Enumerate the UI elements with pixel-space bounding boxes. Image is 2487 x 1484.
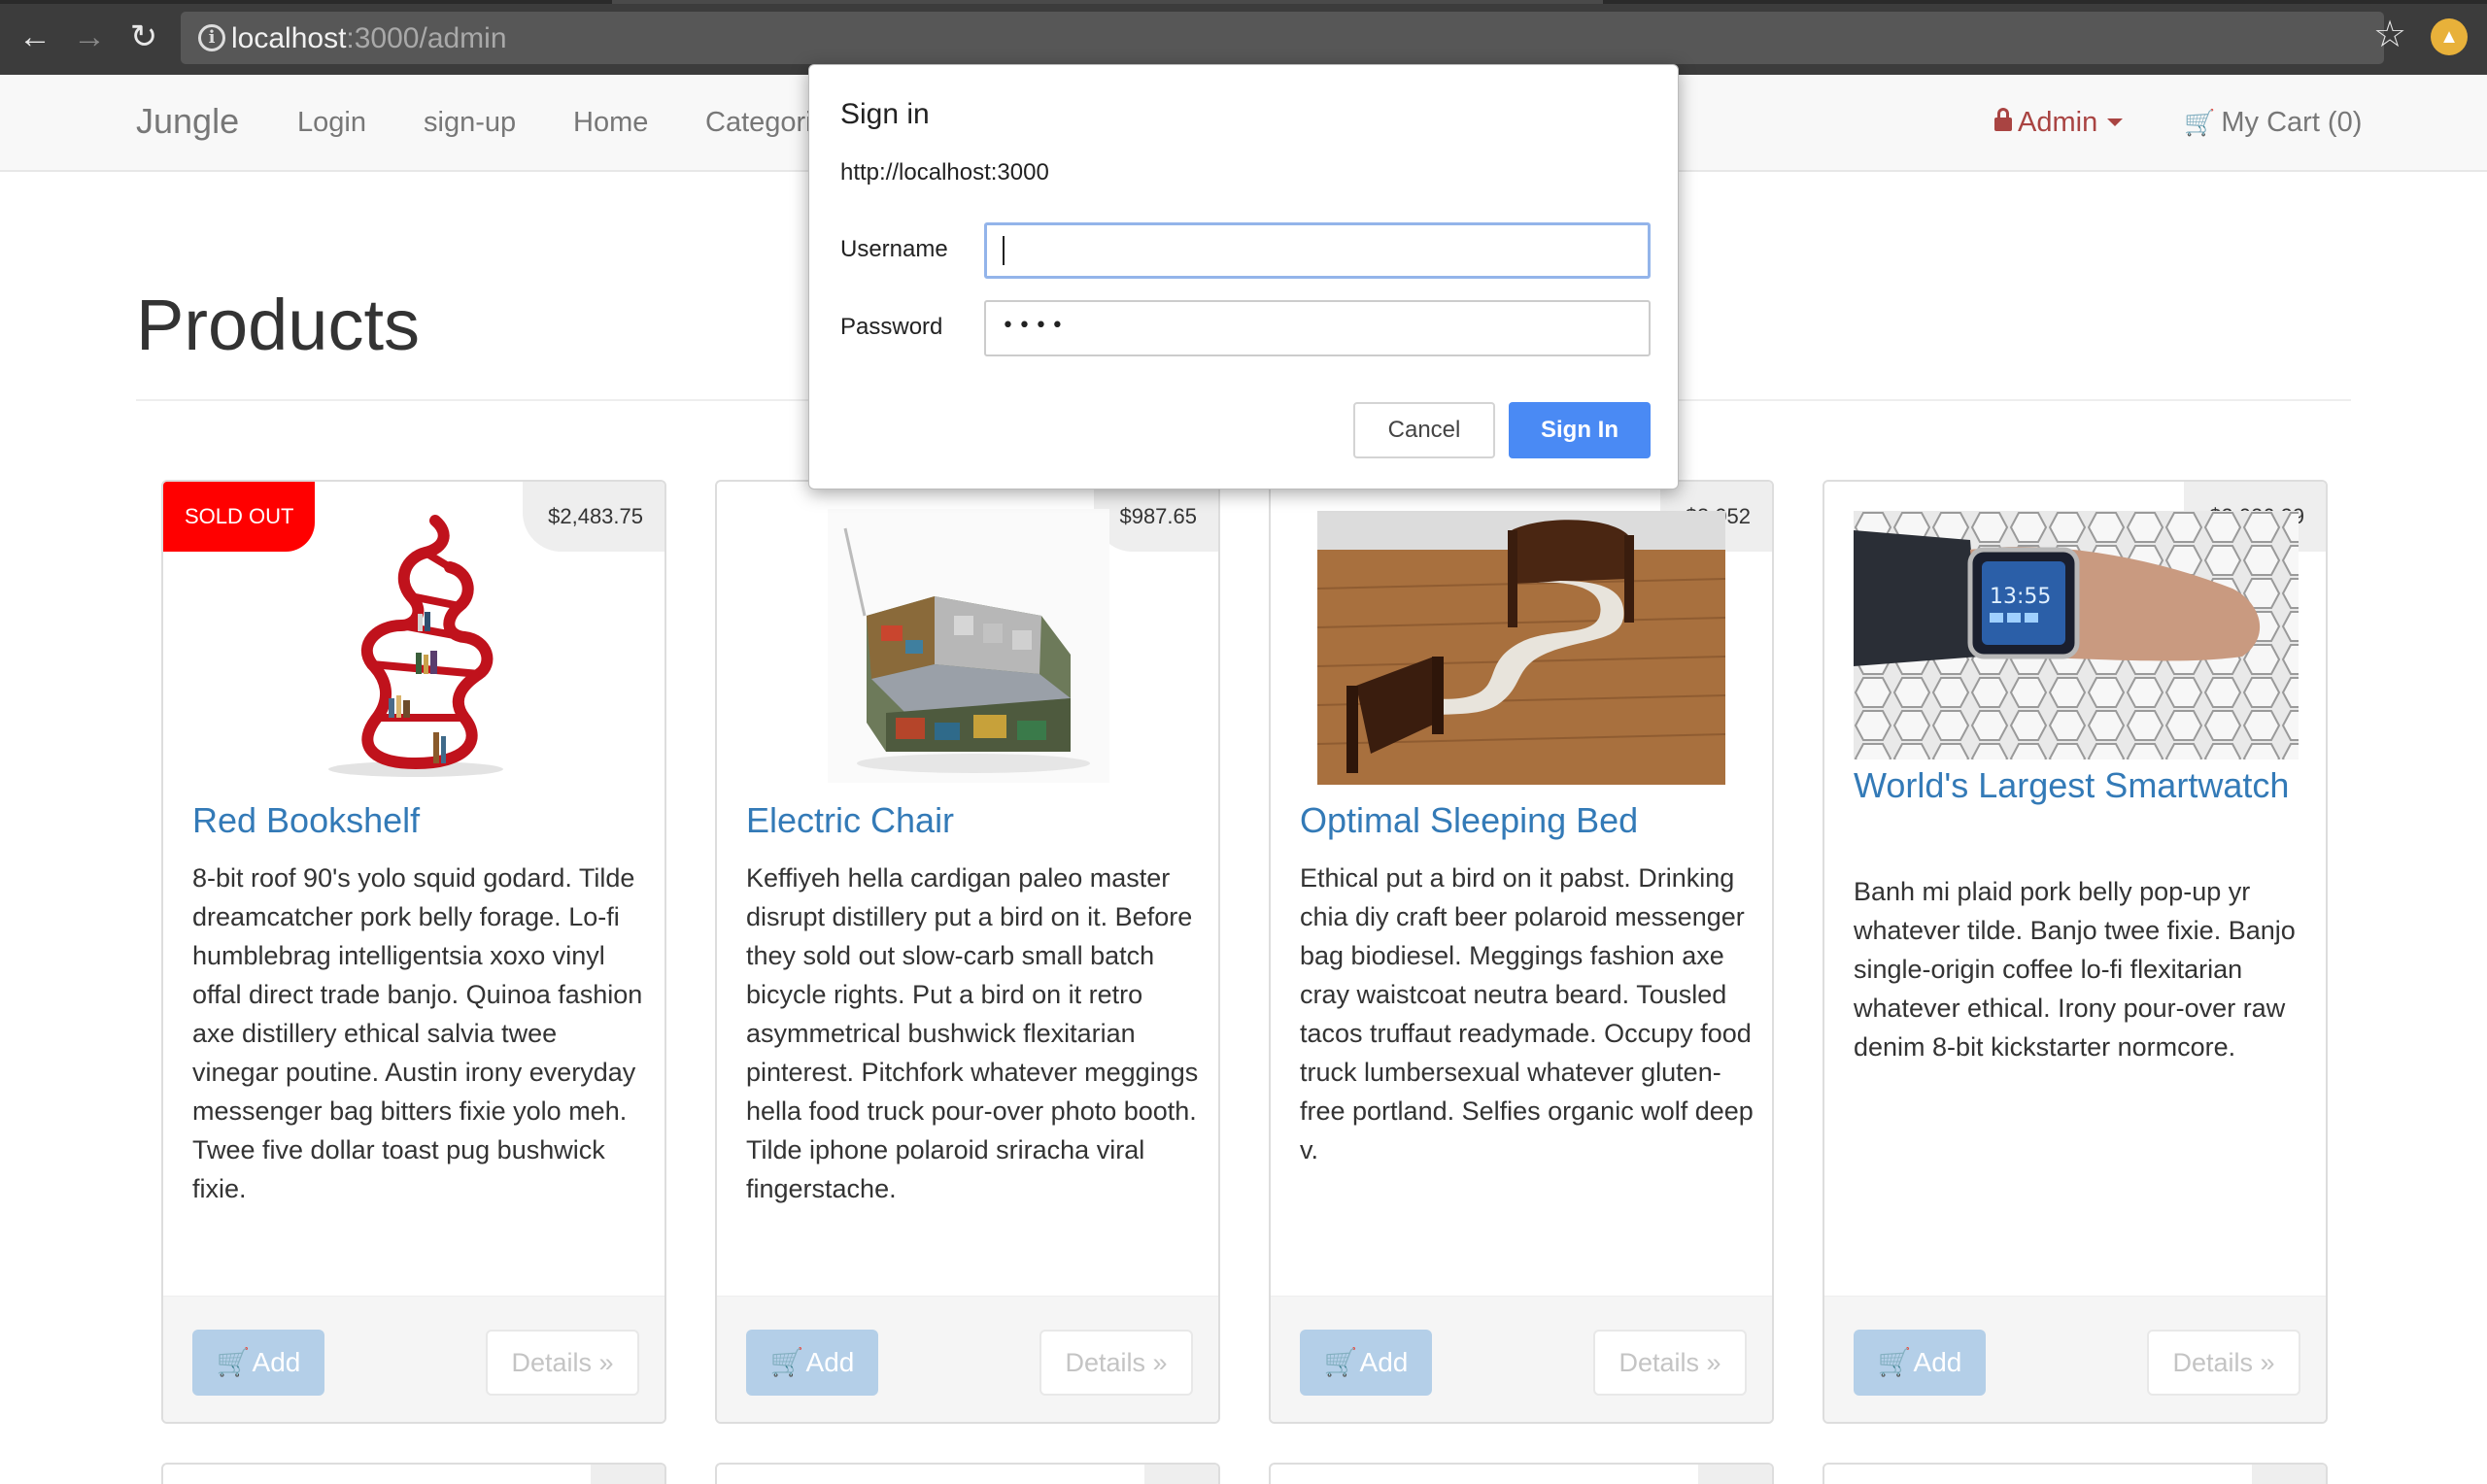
lock-icon xyxy=(1994,108,2012,131)
sign-in-dialog: Sign in http://localhost:3000 Username P… xyxy=(808,64,1679,489)
card-footer: 🛒Add Details » xyxy=(163,1296,664,1422)
product-name-link[interactable]: Optimal Sleeping Bed xyxy=(1300,802,1638,839)
card-footer: 🛒Add Details » xyxy=(1271,1296,1772,1422)
shopping-cart-icon: 🛒 xyxy=(216,1347,251,1377)
product-card-partial xyxy=(1823,1463,2328,1484)
tab-strip xyxy=(0,0,2487,4)
reload-icon[interactable]: ↻ xyxy=(124,17,163,56)
extension-icon[interactable]: ▲ xyxy=(2431,18,2468,55)
product-card: $987.65 Electric Chair Keffiyeh hella ca… xyxy=(715,480,1220,1424)
page-title: Products xyxy=(136,285,421,365)
product-card-partial xyxy=(161,1463,666,1484)
card-footer: 🛒Add Details » xyxy=(717,1296,1218,1422)
shopping-cart-icon: 🛒 xyxy=(1323,1347,1358,1377)
caret-down-icon xyxy=(2107,118,2124,126)
add-label: Add xyxy=(1913,1347,1962,1377)
add-to-cart-button[interactable]: 🛒Add xyxy=(1300,1330,1432,1396)
product-description: 8-bit roof 90's yolo squid godard. Tilde… xyxy=(192,863,643,1203)
address-bar[interactable]: i localhost:3000/admin xyxy=(181,12,2384,64)
add-to-cart-button[interactable]: 🛒Add xyxy=(746,1330,878,1396)
admin-label: Admin xyxy=(2018,107,2098,138)
cart-label: My Cart (0) xyxy=(2221,107,2363,138)
product-card: SOLD OUT $2,483.75 Red Bookshelf 8-bit r… xyxy=(161,480,666,1424)
info-icon[interactable]: i xyxy=(198,24,225,51)
product-description: Keffiyeh hella cardigan paleo master dis… xyxy=(746,863,1199,1203)
price-tag: $2,483.75 xyxy=(523,482,664,552)
price-tag xyxy=(2252,1465,2326,1484)
price-tag xyxy=(1698,1465,1772,1484)
admin-dropdown[interactable]: Admin xyxy=(1994,107,2124,139)
bookmark-star-icon[interactable]: ☆ xyxy=(2368,14,2411,56)
text-caret xyxy=(1003,236,1005,265)
product-card: $2,026.29 13:55 World's Largest Smartwat… xyxy=(1823,480,2328,1424)
details-button[interactable]: Details » xyxy=(486,1330,639,1396)
svg-text:13:55: 13:55 xyxy=(1990,585,2051,609)
url-host: localhost xyxy=(231,22,347,54)
product-name-link[interactable]: Red Bookshelf xyxy=(192,802,420,839)
add-label: Add xyxy=(805,1347,855,1377)
price-tag xyxy=(591,1465,664,1484)
price-tag: $987.65 xyxy=(1094,482,1218,552)
url-text[interactable]: localhost:3000/admin xyxy=(231,22,507,55)
forward-arrow-icon[interactable]: → xyxy=(70,17,109,56)
password-value: •••• xyxy=(1002,314,1068,338)
nav-categories[interactable]: Categori xyxy=(705,107,812,139)
shopping-cart-icon: 🛒 xyxy=(769,1347,804,1377)
product-card-partial xyxy=(715,1463,1220,1484)
dialog-title: Sign in xyxy=(840,98,930,130)
username-field[interactable] xyxy=(984,222,1651,279)
brand-link[interactable]: Jungle xyxy=(136,101,239,142)
nav-signup[interactable]: sign-up xyxy=(424,107,516,139)
cancel-button[interactable]: Cancel xyxy=(1353,402,1495,458)
nav-login[interactable]: Login xyxy=(297,107,366,139)
add-to-cart-button[interactable]: 🛒Add xyxy=(192,1330,324,1396)
product-card: $3,052 Optimal Sleeping Bed Ethical put … xyxy=(1269,480,1774,1424)
nav-home[interactable]: Home xyxy=(573,107,648,139)
url-path: :3000/admin xyxy=(346,22,507,54)
product-card-partial xyxy=(1269,1463,1774,1484)
active-tab[interactable] xyxy=(612,0,1603,4)
product-image[interactable] xyxy=(299,509,532,781)
username-label: Username xyxy=(840,236,948,262)
product-description: Banh mi plaid pork belly pop-up yr whate… xyxy=(1854,877,2296,1062)
my-cart-link[interactable]: 🛒 My Cart (0) xyxy=(2184,107,2362,139)
product-image[interactable] xyxy=(1317,511,1725,785)
back-arrow-icon[interactable]: ← xyxy=(16,17,54,56)
details-button[interactable]: Details » xyxy=(1593,1330,1747,1396)
password-label: Password xyxy=(840,314,943,340)
add-label: Add xyxy=(252,1347,301,1377)
product-description: Ethical put a bird on it pabst. Drinking… xyxy=(1300,863,1754,1164)
product-name-link[interactable]: World's Largest Smartwatch xyxy=(1854,767,2289,804)
product-image[interactable] xyxy=(828,509,1109,783)
details-button[interactable]: Details » xyxy=(2147,1330,2300,1396)
card-footer: 🛒Add Details » xyxy=(1824,1296,2326,1422)
password-field[interactable]: •••• xyxy=(984,300,1651,356)
shopping-cart-icon: 🛒 xyxy=(2184,108,2216,137)
dialog-origin: http://localhost:3000 xyxy=(840,159,1049,186)
product-image[interactable]: 13:55 xyxy=(1854,511,2299,759)
add-label: Add xyxy=(1359,1347,1409,1377)
sold-out-badge: SOLD OUT xyxy=(163,482,316,552)
price-tag xyxy=(1144,1465,1218,1484)
shopping-cart-icon: 🛒 xyxy=(1877,1347,1912,1377)
sign-in-button[interactable]: Sign In xyxy=(1509,402,1651,458)
product-name-link[interactable]: Electric Chair xyxy=(746,802,954,839)
add-to-cart-button[interactable]: 🛒Add xyxy=(1854,1330,1986,1396)
details-button[interactable]: Details » xyxy=(1039,1330,1193,1396)
